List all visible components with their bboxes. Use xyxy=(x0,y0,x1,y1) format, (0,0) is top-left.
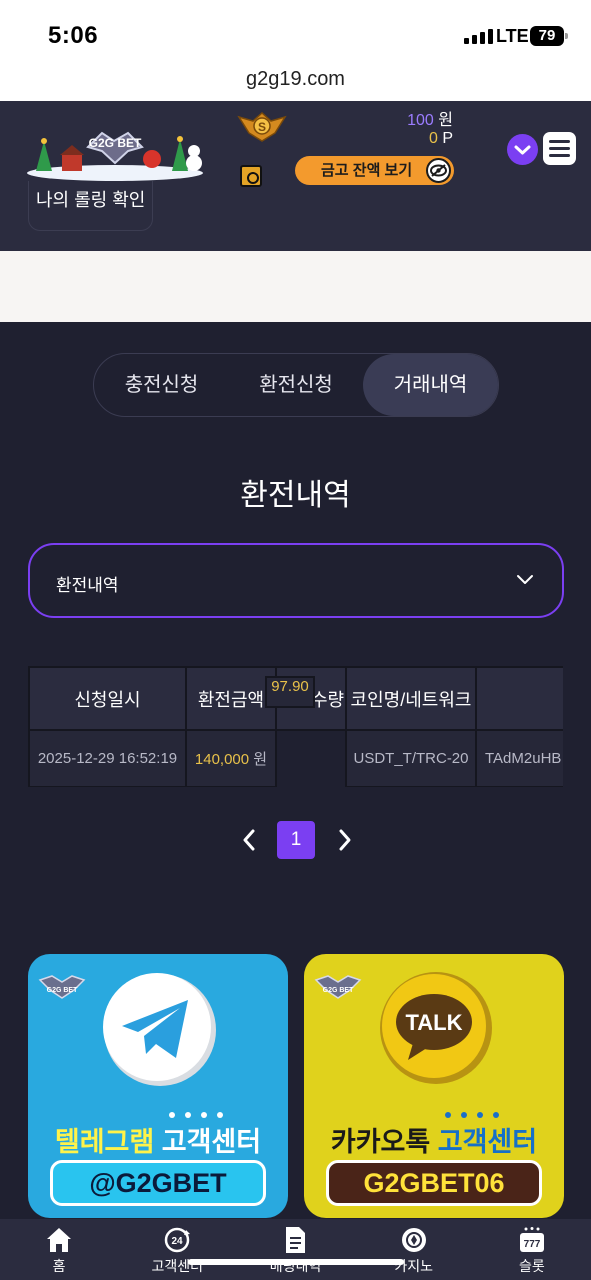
withdraw-history-table[interactable]: 신청일시 환전금액 코인수량 코인명/네트워크 2025-12-29 16:52… xyxy=(28,666,563,787)
amount-value: 140,000 xyxy=(194,751,250,768)
cash-balance: 100 원 xyxy=(407,106,453,130)
chevron-left-icon[interactable] xyxy=(239,827,259,853)
cell-coin-qty: 97.90 xyxy=(265,676,315,708)
col-header-date: 신청일시 xyxy=(28,666,187,731)
nav-casino[interactable]: 카지노 xyxy=(355,1219,473,1280)
svg-text:24: 24 xyxy=(172,1236,184,1247)
nav-label: 홈 xyxy=(52,1258,66,1274)
telegram-icon xyxy=(100,970,218,1088)
wallet-icon[interactable] xyxy=(240,165,262,187)
document-icon xyxy=(280,1226,310,1254)
amount-unit: 원 xyxy=(253,751,268,768)
tab-deposit[interactable]: 충전신청 xyxy=(94,354,229,416)
col-header-amount: 환전금액 xyxy=(185,666,277,731)
dots-decoration xyxy=(444,1106,504,1118)
site-header: G2G BET S 100 원 0 P 금고 잔액 보기 나의 롤링 확인 xyxy=(0,101,591,251)
support-24h-icon: 24 xyxy=(162,1226,192,1254)
battery-level: 79 xyxy=(538,27,556,44)
select-value: 환전내역 xyxy=(56,576,119,595)
talk-bubble-text: TALK xyxy=(405,1010,462,1035)
cell-network: USDT_T/TRC-20 xyxy=(345,729,477,787)
telegram-handle[interactable]: @G2GBET xyxy=(50,1160,266,1206)
signal-icon xyxy=(464,28,493,44)
telegram-support-card[interactable]: G2G BET 텔레그램 고객센터 @G2GBET xyxy=(28,954,288,1218)
nav-support[interactable]: 24 고객센터 xyxy=(118,1219,236,1280)
history-type-select[interactable]: 환전내역 xyxy=(28,543,564,618)
table-row: 2025-12-29 16:52:19 140,000 원 97.90 USDT… xyxy=(28,676,563,787)
brand-logo-icon: G2G BET xyxy=(38,972,86,1004)
eye-slash-icon[interactable] xyxy=(426,158,451,183)
cell-amount: 140,000 원 xyxy=(185,729,277,787)
telegram-support-title: 텔레그램 고객센터 xyxy=(28,1120,288,1159)
kakaotalk-support-title: 카카오톡 고객센터 xyxy=(304,1120,564,1159)
nav-home[interactable]: 홈 xyxy=(0,1219,118,1280)
card-logo-text: G2G BET xyxy=(323,987,354,994)
status-time: 5:06 xyxy=(48,22,99,49)
point-balance-amount: 0 xyxy=(428,130,438,147)
tab-history[interactable]: 거래내역 xyxy=(363,354,498,416)
service-suffix: 고객센터 xyxy=(437,1127,538,1157)
bottom-nav: 홈 24 고객센터 배팅내역 카지노 777 슬롯 xyxy=(0,1219,591,1280)
kakaotalk-handle[interactable]: G2GBET06 xyxy=(326,1160,542,1206)
point-balance: 0 P xyxy=(429,130,453,148)
cell-date: 2025-12-29 16:52:19 xyxy=(28,729,187,787)
page-number-button[interactable]: 1 xyxy=(277,821,315,859)
cell-address: TAdM2uHB xyxy=(475,729,563,787)
svg-text:777: 777 xyxy=(524,1239,541,1250)
chevron-down-icon xyxy=(516,573,534,591)
chevron-down-icon[interactable] xyxy=(507,134,538,165)
cash-balance-unit: 원 xyxy=(438,112,453,129)
casino-chip-icon xyxy=(399,1226,429,1254)
site-logo[interactable]: G2G BET xyxy=(22,111,208,181)
brand-logo-icon: G2G BET xyxy=(314,972,362,1004)
transaction-tabs: 충전신청 환전신청 거래내역 xyxy=(93,353,499,417)
my-rolling-button[interactable]: 나의 롤링 확인 xyxy=(28,181,154,231)
service-name: 텔레그램 xyxy=(54,1127,155,1157)
cash-balance-amount: 100 xyxy=(407,112,434,129)
logo-text: G2G BET xyxy=(89,136,142,150)
card-logo-text: G2G BET xyxy=(47,987,78,994)
point-balance-unit: P xyxy=(442,130,453,147)
network-label: LTE xyxy=(496,26,529,46)
notice-banner xyxy=(0,251,591,322)
nav-bet-history[interactable]: 배팅내역 xyxy=(236,1219,354,1280)
home-icon xyxy=(44,1226,74,1254)
battery-icon: 79 xyxy=(530,26,568,46)
kakaotalk-icon: TALK xyxy=(376,970,494,1088)
kakaotalk-support-card[interactable]: G2G BET TALK 카카오톡 고객센터 G2GBET06 xyxy=(304,954,564,1218)
rank-badge-icon: S xyxy=(237,111,287,143)
col-header-network: 코인명/네트워크 xyxy=(345,666,477,731)
tab-withdraw[interactable]: 환전신청 xyxy=(229,354,363,416)
svg-text:S: S xyxy=(258,120,266,134)
chevron-right-icon[interactable] xyxy=(335,827,355,853)
nav-slot[interactable]: 777 슬롯 xyxy=(473,1219,591,1280)
col-header-address xyxy=(475,666,563,731)
vault-balance-label: 금고 잔액 보기 xyxy=(321,162,413,179)
home-indicator[interactable] xyxy=(188,1259,404,1265)
address-bar[interactable]: g2g19.com xyxy=(0,68,591,91)
hamburger-menu-icon[interactable] xyxy=(543,132,576,165)
nav-label: 슬롯 xyxy=(518,1258,545,1274)
vault-balance-button[interactable]: 금고 잔액 보기 xyxy=(295,156,454,185)
status-bar: 5:06 LTE 79 g2g19.com xyxy=(0,0,591,101)
dots-decoration xyxy=(168,1106,228,1118)
service-suffix: 고객센터 xyxy=(161,1127,262,1157)
service-name: 카카오톡 xyxy=(330,1127,431,1157)
slot-777-icon: 777 xyxy=(517,1226,547,1254)
page-title: 환전내역 xyxy=(240,479,351,512)
